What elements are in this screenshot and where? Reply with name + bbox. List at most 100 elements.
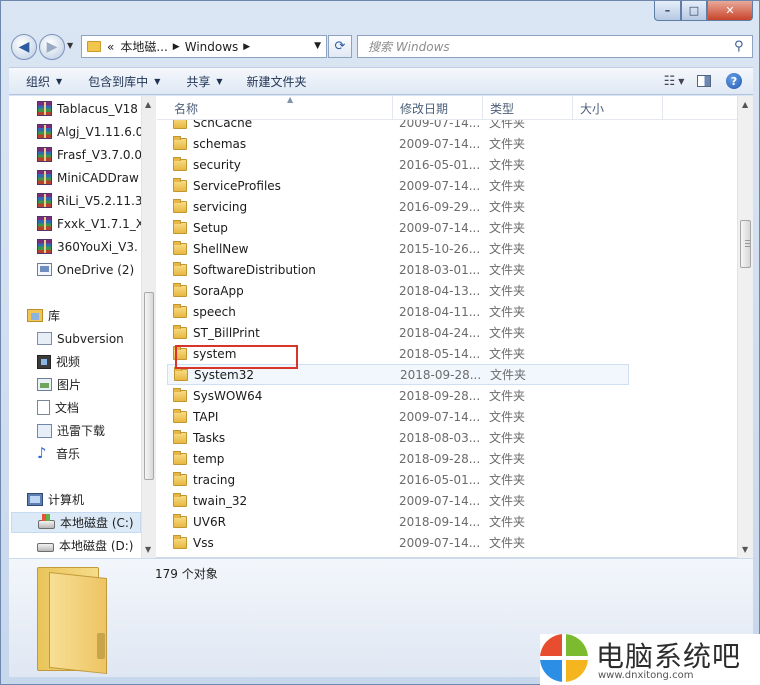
table-row[interactable]: SoraApp 2018-04-13... 文件夹 (167, 280, 629, 301)
search-input[interactable] (358, 36, 734, 57)
file-name: TAPI (193, 409, 219, 424)
nav-item-onedrive[interactable]: OneDrive (2) (37, 259, 156, 280)
share-button[interactable]: 共享 ▼ (177, 70, 231, 92)
table-row[interactable]: speech 2018-04-11... 文件夹 (167, 301, 629, 322)
file-type: 文件夹 (489, 452, 526, 466)
scroll-down-icon[interactable]: ▼ (742, 545, 748, 554)
table-row[interactable]: twain_32 2009-07-14... 文件夹 (167, 490, 629, 511)
minimize-button[interactable]: – (654, 1, 681, 21)
table-row[interactable]: system 2018-05-14... 文件夹 (167, 343, 629, 364)
arrow-left-icon: ◀ (18, 39, 30, 55)
table-row[interactable]: Tasks 2018-08-03... 文件夹 (167, 427, 629, 448)
table-row[interactable]: tracing 2016-05-01... 文件夹 (167, 469, 629, 490)
nav-item-music[interactable]: ♪ 音乐 (37, 443, 156, 464)
table-row[interactable]: Vss 2009-07-14... 文件夹 (167, 532, 629, 553)
breadcrumb-overflow[interactable]: « (107, 40, 114, 54)
scrollbar-thumb[interactable] (144, 292, 154, 480)
file-date: 2015-10-26... (399, 241, 481, 256)
file-date: 2016-05-01... (399, 157, 481, 172)
nav-item-drive-d[interactable]: 本地磁盘 (D:) (37, 535, 156, 556)
table-row[interactable]: security 2016-05-01... 文件夹 (167, 154, 629, 175)
nav-item-libraries[interactable]: 库 (27, 305, 156, 326)
organize-button[interactable]: 组织 ▼ (17, 70, 71, 92)
sort-ascending-icon: ▲ (287, 96, 294, 104)
nav-item-label: 360YouXi_V3. (57, 239, 138, 254)
table-row-system32[interactable]: System32 2018-09-28... 文件夹 (167, 364, 629, 385)
help-button[interactable]: ? (723, 71, 745, 91)
nav-item-label: Frasf_V3.7.0.0 (57, 147, 142, 162)
folder-icon (174, 366, 188, 381)
address-dropdown-icon[interactable]: ▼ (314, 41, 321, 51)
chevron-right-icon[interactable]: ▶ (243, 42, 250, 52)
computer-icon (27, 493, 43, 506)
arrow-right-icon: ▶ (46, 39, 58, 55)
document-icon (37, 400, 50, 415)
table-row[interactable]: ST_BillPrint 2018-04-24... 文件夹 (167, 322, 629, 343)
scroll-down-icon[interactable]: ▼ (145, 545, 151, 554)
refresh-button[interactable]: ⟳ (328, 35, 352, 58)
folder-icon (173, 408, 187, 423)
table-row[interactable]: SchCache 2009-07-14... 文件夹 (167, 120, 629, 133)
nav-item-videos[interactable]: 视频 (37, 351, 156, 372)
nav-item-computer[interactable]: 计算机 (27, 489, 156, 510)
search-icon[interactable]: ⚲ (734, 39, 752, 54)
change-view-button[interactable]: ☷ ▼ (663, 71, 685, 91)
nav-item-documents[interactable]: 文档 (37, 397, 156, 418)
maximize-button[interactable]: □ (681, 1, 707, 21)
file-type: 文件夹 (489, 263, 526, 277)
table-row[interactable]: UV6R 2018-09-14... 文件夹 (167, 511, 629, 532)
grip-icon (745, 243, 750, 244)
file-date: 2018-04-13... (399, 283, 481, 298)
table-row[interactable]: ShellNew 2015-10-26... 文件夹 (167, 238, 629, 259)
caret-down-icon: ▼ (154, 76, 161, 86)
preview-pane-button[interactable] (693, 71, 715, 91)
column-date-modified[interactable]: 修改日期 (393, 96, 483, 120)
table-row[interactable]: TAPI 2009-07-14... 文件夹 (167, 406, 629, 427)
file-name: ServiceProfiles (193, 178, 281, 193)
column-name[interactable]: 名称 ▲ (167, 96, 393, 120)
nav-item-subversion[interactable]: Subversion (37, 328, 156, 349)
nav-item-pictures[interactable]: 图片 (37, 374, 156, 395)
file-name: Tasks (193, 430, 226, 445)
nav-item[interactable]: 360YouXi_V3. (37, 236, 156, 257)
recent-pages-dropdown[interactable]: ▼ (67, 41, 73, 50)
file-type: 文件夹 (489, 242, 526, 256)
file-name: temp (193, 451, 225, 466)
chevron-right-icon[interactable]: ▶ (173, 42, 180, 52)
nav-pane-scrollbar[interactable]: ▲ ▼ (141, 96, 156, 558)
scroll-up-icon[interactable]: ▲ (145, 100, 151, 109)
back-button[interactable]: ◀ (11, 34, 37, 60)
table-row[interactable]: Setup 2009-07-14... 文件夹 (167, 217, 629, 238)
column-size[interactable]: 大小 (573, 96, 663, 120)
nav-item[interactable]: Tablacus_V18 (37, 98, 156, 119)
table-row[interactable]: schemas 2009-07-14... 文件夹 (167, 133, 629, 154)
file-list-scrollbar[interactable]: ▲ ▼ (737, 96, 753, 558)
nav-item[interactable]: MiniCADDraw (37, 167, 156, 188)
file-list-pane: 名称 ▲ 修改日期 类型 大小 SchCache 2009-07-14... 文件夹 … (157, 96, 753, 558)
table-row[interactable]: SysWOW64 2018-09-28... 文件夹 (167, 385, 629, 406)
close-button[interactable]: ✕ (707, 1, 753, 21)
column-type[interactable]: 类型 (483, 96, 573, 120)
nav-item[interactable]: Frasf_V3.7.0.0 (37, 144, 156, 165)
file-type: 文件夹 (489, 347, 526, 361)
table-row[interactable]: ServiceProfiles 2009-07-14... 文件夹 (167, 175, 629, 196)
nav-item[interactable]: Fxxk_V1.7.1_X (37, 213, 156, 234)
explorer-window: – □ ✕ ◀ ▶ ▼ « 本地磁... ▶ Windows ▶ ▼ ⟳ ⚲ 组… (0, 0, 760, 685)
winrar-icon (37, 124, 52, 139)
nav-item[interactable]: Algj_V1.11.6.0 (37, 121, 156, 142)
forward-button[interactable]: ▶ (39, 34, 65, 60)
table-row[interactable]: temp 2018-09-28... 文件夹 (167, 448, 629, 469)
address-bar[interactable]: « 本地磁... ▶ Windows ▶ ▼ (81, 35, 327, 58)
scroll-up-icon[interactable]: ▲ (742, 100, 748, 109)
scrollbar-thumb[interactable] (740, 220, 751, 268)
nav-item[interactable]: RiLi_V5.2.11.3 (37, 190, 156, 211)
breadcrumb-item-windows[interactable]: Windows (185, 40, 239, 54)
table-row[interactable]: servicing 2016-09-29... 文件夹 (167, 196, 629, 217)
breadcrumb-item-local-disk[interactable]: 本地磁... (120, 38, 167, 55)
table-row[interactable]: SoftwareDistribution 2018-03-01... 文件夹 (167, 259, 629, 280)
nav-item-drive-c[interactable]: 本地磁盘 (C:) (11, 512, 141, 533)
include-in-library-button[interactable]: 包含到库中 ▼ (79, 70, 169, 92)
file-date: 2018-09-28... (399, 388, 481, 403)
new-folder-button[interactable]: 新建文件夹 (238, 70, 316, 92)
nav-item-thunder-downloads[interactable]: 迅雷下载 (37, 420, 156, 441)
